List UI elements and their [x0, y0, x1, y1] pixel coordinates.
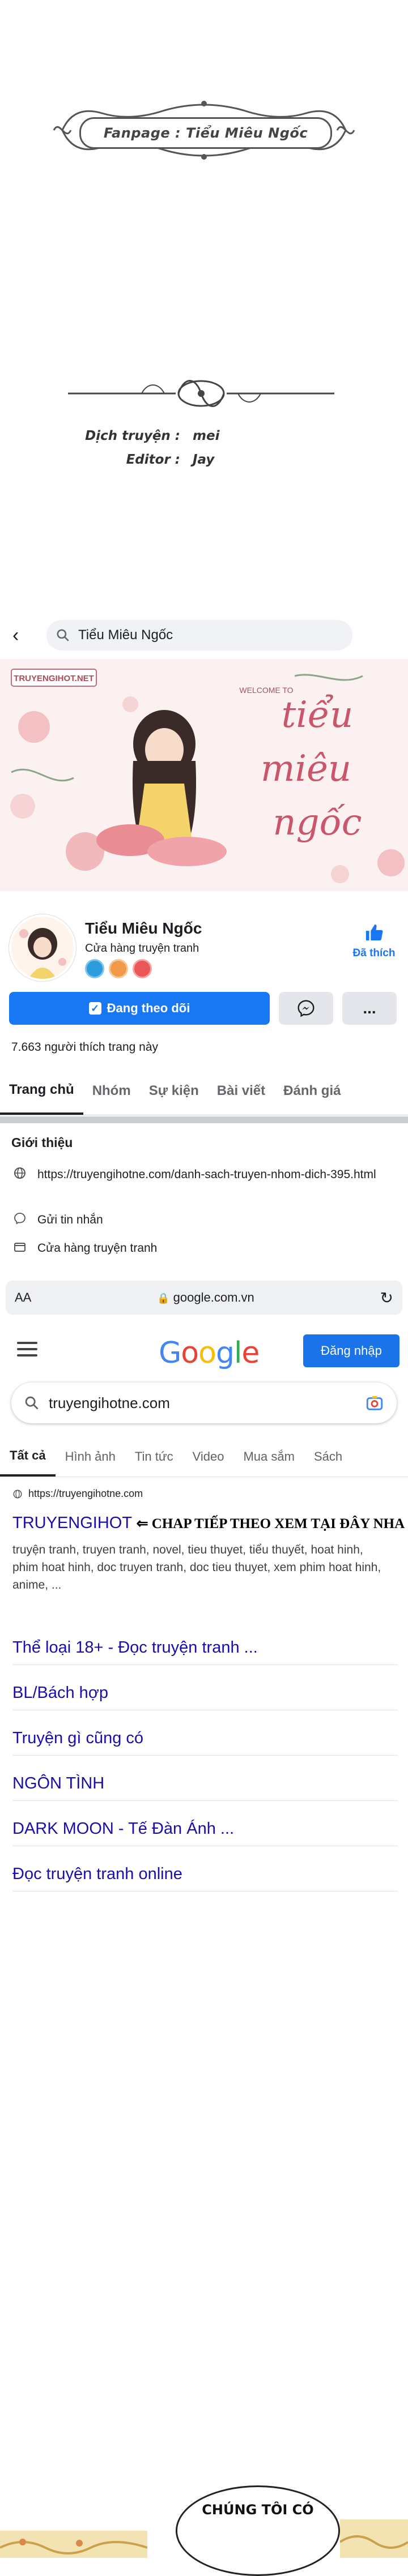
- likes-count: 7.663 người thích trang này: [11, 1041, 158, 1054]
- facebook-search-bar[interactable]: Tiểu Miêu Ngốc: [46, 620, 352, 651]
- address-url[interactable]: 🔒 google.com.vn: [31, 1290, 380, 1305]
- result-site-url: https://truyengihotne.com: [28, 1488, 143, 1499]
- page-avatar[interactable]: [9, 914, 76, 981]
- badge-icon[interactable]: [109, 959, 128, 978]
- result-snippet: truyện tranh, truyen tranh, novel, tieu …: [12, 1543, 381, 1591]
- editor-credit: Editor : Jay: [62, 450, 255, 470]
- editor-label: Editor :: [126, 452, 180, 467]
- next-chapter-overlay: ⇐ CHAP TIẾP THEO XEM TẠI ĐÂY NHA: [136, 1516, 405, 1531]
- search-icon[interactable]: [24, 1395, 40, 1411]
- result-title-text[interactable]: TRUYENGIHOT: [12, 1514, 132, 1532]
- intro-website-row[interactable]: https://truyengihotne.com/danh-sach-truy…: [11, 1166, 397, 1184]
- sitelink[interactable]: Thể loại 18+ - Đọc truyện tranh ...: [12, 1631, 398, 1665]
- tab-reviews[interactable]: Đánh giá: [274, 1067, 350, 1115]
- google-logo-letter: l: [233, 1336, 242, 1370]
- following-label: Đang theo dõi: [107, 1001, 190, 1015]
- intro-category-row: Cửa hàng truyện tranh: [11, 1240, 397, 1258]
- tab-video[interactable]: Video: [183, 1437, 234, 1477]
- cover-site-text: TRUYENGIHOT.NET: [14, 674, 94, 683]
- hamburger-menu-icon[interactable]: [17, 1342, 37, 1358]
- tab-news[interactable]: Tin tức: [125, 1437, 183, 1477]
- cover-welcome: WELCOME TO: [239, 686, 293, 695]
- comic-decoration-left: [0, 2531, 147, 2558]
- messenger-icon: [298, 1000, 314, 1017]
- intro-message-row[interactable]: Gửi tin nhắn: [11, 1212, 397, 1230]
- sitelink[interactable]: Đọc truyện tranh online: [12, 1857, 398, 1892]
- result-title[interactable]: TRUYENGIHOT ⇐ CHAP TIẾP THEO XEM TẠI ĐÂY…: [12, 1514, 405, 1533]
- search-text: Tiểu Miêu Ngốc: [78, 627, 173, 643]
- intro-title: Giới thiệu: [11, 1135, 73, 1150]
- tab-books[interactable]: Sách: [304, 1437, 352, 1477]
- google-logo[interactable]: Google: [159, 1336, 260, 1370]
- search-query[interactable]: truyengihotne.com: [49, 1394, 365, 1412]
- tab-images[interactable]: Hình ảnh: [56, 1437, 125, 1477]
- lock-icon: 🔒: [157, 1293, 170, 1304]
- thumbs-up-icon: [351, 923, 397, 947]
- tab-all[interactable]: Tất cả: [0, 1437, 56, 1477]
- browser-address-bar[interactable]: AA 🔒 google.com.vn ↻: [6, 1281, 402, 1315]
- result-site[interactable]: https://truyengihotne.com: [12, 1488, 143, 1500]
- fanpage-credit: Fanpage : Tiểu Miêu Ngốc: [79, 117, 332, 149]
- camera-search-icon[interactable]: [365, 1393, 384, 1413]
- back-arrow-icon[interactable]: ‹: [12, 624, 29, 647]
- sign-in-button[interactable]: Đăng nhập: [303, 1334, 400, 1367]
- tab-events[interactable]: Sự kiện: [140, 1067, 208, 1115]
- following-button[interactable]: ✓ Đang theo dõi: [9, 992, 270, 1025]
- google-tabs: Tất cả Hình ảnh Tin tức Video Mua sắm Sá…: [0, 1437, 408, 1477]
- url-text: google.com.vn: [173, 1290, 254, 1304]
- google-logo-letter: G: [159, 1336, 181, 1370]
- cover-logo-line1: tiểu: [282, 694, 354, 736]
- badges-row: [85, 959, 152, 978]
- cover-logo-line3: ngốc: [273, 802, 362, 844]
- section-divider: [0, 1116, 408, 1123]
- ornament-divider: [68, 380, 334, 407]
- google-logo-letter: o: [181, 1336, 199, 1370]
- intro-website-link[interactable]: https://truyengihotne.com/danh-sach-truy…: [37, 1166, 376, 1183]
- google-logo-letter: g: [215, 1336, 235, 1370]
- follow-check-icon: ✓: [88, 1002, 101, 1015]
- tab-shopping[interactable]: Mua sắm: [233, 1437, 304, 1477]
- reload-icon[interactable]: ↻: [380, 1289, 393, 1307]
- more-options-button[interactable]: ...: [342, 992, 397, 1025]
- translator-credit: Dịch truyện : mei: [62, 426, 255, 446]
- shop-icon: [11, 1240, 28, 1258]
- messenger-button[interactable]: [279, 992, 333, 1025]
- liked-label: Đã thích: [352, 947, 396, 959]
- page-name[interactable]: Tiểu Miêu Ngốc: [85, 919, 202, 938]
- badge-icon[interactable]: [133, 959, 152, 978]
- translator-name: mei: [193, 429, 220, 443]
- badge-icon[interactable]: [85, 959, 104, 978]
- google-search-box[interactable]: truyengihotne.com: [11, 1383, 397, 1423]
- google-logo-letter: o: [198, 1336, 216, 1370]
- page-tabs: Trang chủ Nhóm Sự kiện Bài viết Đánh giá: [0, 1067, 408, 1115]
- google-logo-letter: e: [241, 1336, 260, 1370]
- intro-message-label[interactable]: Gửi tin nhắn: [37, 1212, 103, 1229]
- tab-home[interactable]: Trang chủ: [0, 1067, 83, 1115]
- messenger-icon: [11, 1212, 28, 1230]
- speech-bubble-text: CHÚNG TÔI CÓ: [202, 2502, 314, 2518]
- liked-button[interactable]: Đã thích: [351, 923, 397, 960]
- reader-mode-button[interactable]: AA: [15, 1290, 31, 1305]
- sitelink[interactable]: NGÔN TÌNH: [12, 1766, 398, 1801]
- globe-icon: [13, 1490, 22, 1498]
- page-category: Cửa hàng truyện tranh: [85, 942, 199, 955]
- sitelink[interactable]: BL/Bách hợp: [12, 1676, 398, 1710]
- tab-groups[interactable]: Nhóm: [83, 1067, 140, 1115]
- cover-photo: TRUYENGIHOT.NET WELCOME TO tiểu miêu ngố…: [0, 659, 408, 891]
- sitelink[interactable]: DARK MOON - Tế Đàn Ánh ...: [12, 1812, 398, 1846]
- editor-name: Jay: [193, 452, 215, 467]
- globe-icon: [11, 1166, 28, 1184]
- search-icon: [57, 629, 69, 641]
- comic-decoration-right: [340, 2519, 408, 2558]
- tab-posts[interactable]: Bài viết: [208, 1067, 274, 1115]
- cover-logo-line2: miêu: [261, 748, 351, 790]
- intro-category-label: Cửa hàng truyện tranh: [37, 1242, 158, 1255]
- sitelink[interactable]: Truyện gì cũng có: [12, 1721, 398, 1756]
- translator-label: Dịch truyện :: [85, 429, 180, 443]
- speech-bubble: CHÚNG TÔI CÓ: [176, 2485, 340, 2576]
